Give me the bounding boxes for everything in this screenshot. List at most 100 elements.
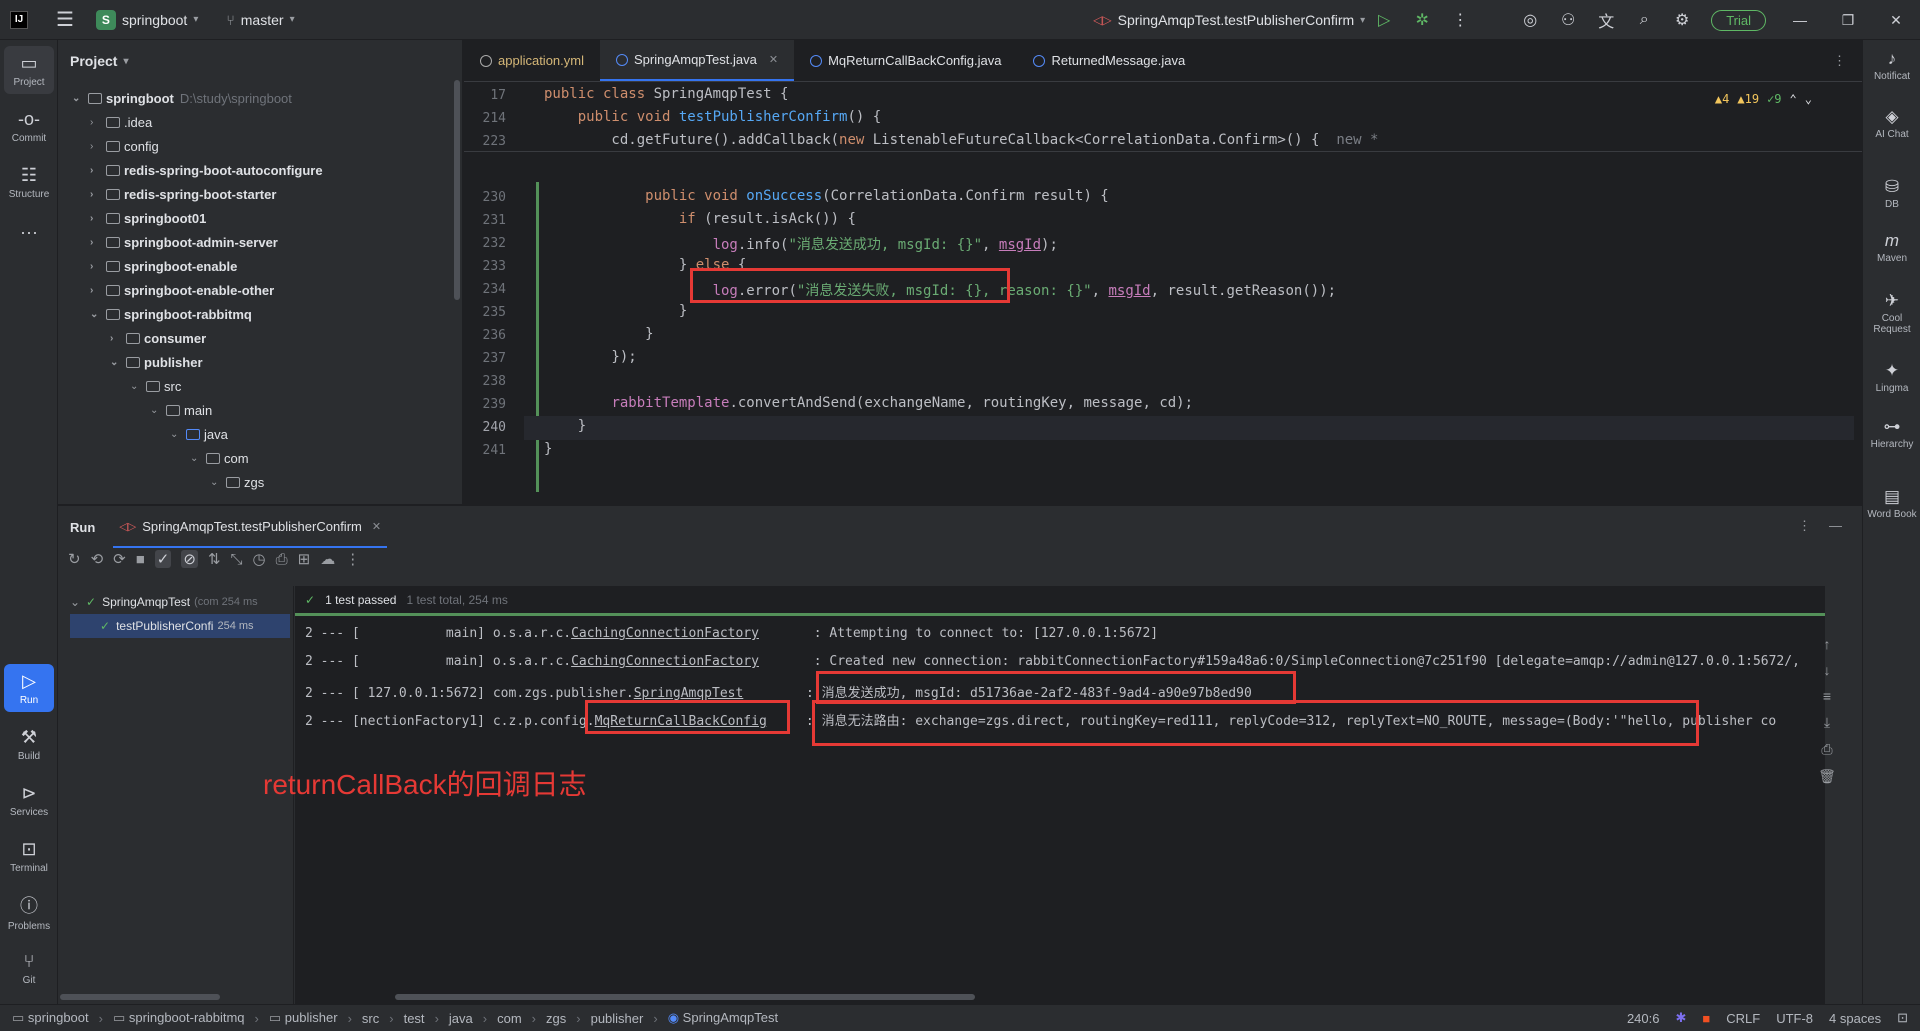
project-panel-header[interactable]: Project ▾ bbox=[58, 40, 462, 82]
arrow-up-icon[interactable]: ↑ bbox=[1824, 636, 1831, 652]
chevron-down-icon[interactable]: ⌄ bbox=[170, 429, 184, 440]
caret-position[interactable]: 240:6 bbox=[1627, 1011, 1660, 1026]
crumb-item[interactable]: publisher bbox=[591, 1011, 644, 1026]
chevron-down-icon[interactable]: ⌄ bbox=[190, 453, 204, 464]
crumb-item[interactable]: ▭ springboot-rabbitmq bbox=[113, 1010, 245, 1026]
tree-item[interactable]: ⌄ src bbox=[130, 374, 181, 398]
tab-mqreturncallbackconfig[interactable]: MqReturnCallBackConfig.java bbox=[794, 40, 1018, 81]
tool-maven[interactable]: m Maven bbox=[1867, 232, 1917, 265]
minimize-icon[interactable]: — bbox=[1776, 12, 1824, 28]
tool-build[interactable]: ⚒ Build bbox=[4, 720, 54, 768]
tree-item-root[interactable]: ⌄ springboot D:\study\springboot bbox=[72, 86, 292, 110]
tree-item[interactable]: ⌄ springboot-rabbitmq bbox=[90, 302, 252, 326]
ai-assistant-icon[interactable]: ◎ bbox=[1519, 9, 1541, 31]
sticky-line[interactable]: public void testPublisherConfirm() { bbox=[544, 109, 881, 125]
history-icon[interactable]: ◷ bbox=[253, 550, 266, 568]
show-passed-icon[interactable]: ✓ bbox=[154, 550, 172, 568]
tab-springamqptest[interactable]: SpringAmqpTest.java ✕ bbox=[600, 40, 795, 81]
chevron-up-icon[interactable]: ⌃ bbox=[1790, 92, 1797, 106]
tree-item[interactable]: › config bbox=[90, 134, 159, 158]
tree-item[interactable]: › redis-spring-boot-autoconfigure bbox=[90, 158, 323, 182]
sort-icon[interactable]: ⇅ bbox=[208, 550, 221, 568]
chevron-right-icon[interactable]: › bbox=[90, 141, 104, 152]
tree-item[interactable]: › redis-spring-boot-starter bbox=[90, 182, 276, 206]
console-scrollbar[interactable] bbox=[395, 994, 975, 1000]
test-suite-row[interactable]: ⌄ ✓ SpringAmqpTest (com 254 ms bbox=[70, 590, 290, 614]
toggle-auto-test-icon[interactable]: ⟳ bbox=[113, 550, 126, 568]
sticky-line[interactable]: cd.getFuture().addCallback(new Listenabl… bbox=[544, 132, 1378, 148]
crumb-item[interactable]: ◉ SpringAmqpTest bbox=[668, 1010, 778, 1026]
tool-terminal[interactable]: ⊡ Terminal bbox=[4, 832, 54, 880]
tool-run[interactable]: ▷ Run bbox=[4, 664, 54, 712]
crumb-item[interactable]: src bbox=[362, 1011, 379, 1026]
crumb-item[interactable]: com bbox=[497, 1011, 522, 1026]
tree-item[interactable]: › .idea bbox=[90, 110, 152, 134]
more-tools-icon[interactable]: ··· bbox=[4, 210, 54, 258]
stop-icon[interactable]: ■ bbox=[136, 551, 145, 568]
lock-icon[interactable]: ⊡ bbox=[1897, 1010, 1908, 1026]
show-ignored-icon[interactable]: ⊘ bbox=[181, 550, 198, 568]
export-icon[interactable]: ⎙ bbox=[276, 551, 288, 568]
tool-project[interactable]: ▭ Project bbox=[4, 46, 54, 94]
tree-item[interactable]: ⌄ main bbox=[150, 398, 212, 422]
chevron-down-icon[interactable]: ⌄ bbox=[90, 309, 104, 320]
restore-icon[interactable]: ❐ bbox=[1824, 12, 1872, 29]
tool-commit[interactable]: -o- Commit bbox=[4, 102, 54, 150]
close-tab-icon[interactable]: ✕ bbox=[769, 53, 778, 66]
tool-lingma[interactable]: ✦ Lingma bbox=[1867, 362, 1917, 395]
main-menu-icon[interactable]: ☰ bbox=[56, 7, 74, 32]
tool-notifications[interactable]: ♪ Notificat bbox=[1867, 50, 1917, 83]
chevron-down-icon[interactable]: ⌄ bbox=[130, 381, 144, 392]
run-config-selector[interactable]: ◁▷ SpringAmqpTest.testPublisherConfirm ▾ bbox=[1093, 12, 1365, 28]
chevron-right-icon[interactable]: › bbox=[90, 189, 104, 200]
chevron-right-icon[interactable]: › bbox=[90, 213, 104, 224]
chevron-down-icon[interactable]: ⌄ bbox=[110, 357, 124, 368]
chevron-right-icon[interactable]: › bbox=[90, 117, 104, 128]
close-tab-icon[interactable]: ✕ bbox=[372, 520, 381, 533]
chevron-right-icon[interactable]: › bbox=[110, 333, 124, 344]
more-icon[interactable]: ⋮ bbox=[1449, 9, 1471, 31]
tree-item[interactable]: › springboot-admin-server bbox=[90, 230, 278, 254]
tree-item[interactable]: ⌄ java bbox=[170, 422, 228, 446]
project-selector[interactable]: S springboot ▾ bbox=[95, 9, 198, 30]
coverage-icon[interactable]: ☁ bbox=[320, 550, 335, 568]
crumb-item[interactable]: ▭ publisher bbox=[269, 1010, 338, 1026]
add-user-icon[interactable]: ⚇ bbox=[1557, 9, 1579, 31]
crumb-item[interactable]: zgs bbox=[546, 1011, 566, 1026]
soft-wrap-icon[interactable]: ≡ bbox=[1823, 688, 1831, 704]
tool-word-book[interactable]: ▤ Word Book bbox=[1867, 488, 1917, 521]
tab-returnedmessage[interactable]: ReturnedMessage.java bbox=[1017, 40, 1202, 81]
chevron-right-icon[interactable]: › bbox=[90, 261, 104, 272]
tabs-more-icon[interactable]: ⋮ bbox=[1817, 53, 1862, 81]
chevron-down-icon[interactable]: ⌄ bbox=[72, 93, 86, 104]
tree-item[interactable]: ⌄ com bbox=[190, 446, 249, 470]
chevron-down-icon[interactable]: ⌄ bbox=[210, 477, 224, 488]
project-scrollbar[interactable] bbox=[454, 80, 460, 300]
tool-git[interactable]: ⑂ Git bbox=[4, 944, 54, 992]
tool-problems[interactable]: ⓘ Problems bbox=[4, 888, 54, 936]
run-tab[interactable]: ◁▷ SpringAmqpTest.testPublisherConfirm ✕ bbox=[113, 506, 388, 548]
tree-item[interactable]: › springboot-enable-other bbox=[90, 278, 274, 302]
ide-logo-icon[interactable]: IJ bbox=[10, 10, 28, 29]
plugin-status-icon[interactable]: ✱ bbox=[1675, 1010, 1686, 1026]
chevron-down-icon[interactable]: ⌄ bbox=[150, 405, 164, 416]
code-area[interactable]: 230 public void onSuccess(CorrelationDat… bbox=[464, 82, 1862, 504]
collapse-icon[interactable]: ⤡ bbox=[231, 551, 243, 568]
rerun-icon[interactable]: ↻ bbox=[68, 550, 81, 568]
more-icon[interactable]: ⋮ bbox=[345, 550, 360, 568]
tab-application-yml[interactable]: application.yml bbox=[464, 40, 600, 81]
settings-gear-icon[interactable]: ⚙ bbox=[1671, 9, 1693, 31]
translate-icon[interactable]: 文 bbox=[1595, 9, 1617, 31]
debug-icon[interactable]: ✲ bbox=[1411, 9, 1433, 31]
test-tree-scrollbar[interactable] bbox=[60, 994, 220, 1000]
tool-hierarchy[interactable]: ⊶ Hierarchy bbox=[1867, 418, 1917, 451]
crumb-item[interactable]: java bbox=[449, 1011, 473, 1026]
chevron-right-icon[interactable]: › bbox=[90, 285, 104, 296]
chevron-down-icon[interactable]: ⌄ bbox=[1805, 92, 1812, 106]
more-icon[interactable]: ⋮ bbox=[1798, 518, 1811, 534]
indent-setting[interactable]: 4 spaces bbox=[1829, 1011, 1881, 1026]
tool-services[interactable]: ⊳ Services bbox=[4, 776, 54, 824]
search-icon[interactable]: ⌕ bbox=[1633, 9, 1655, 31]
crumb-item[interactable]: test bbox=[404, 1011, 425, 1026]
tool-ai-chat[interactable]: ◈ AI Chat bbox=[1867, 108, 1917, 141]
